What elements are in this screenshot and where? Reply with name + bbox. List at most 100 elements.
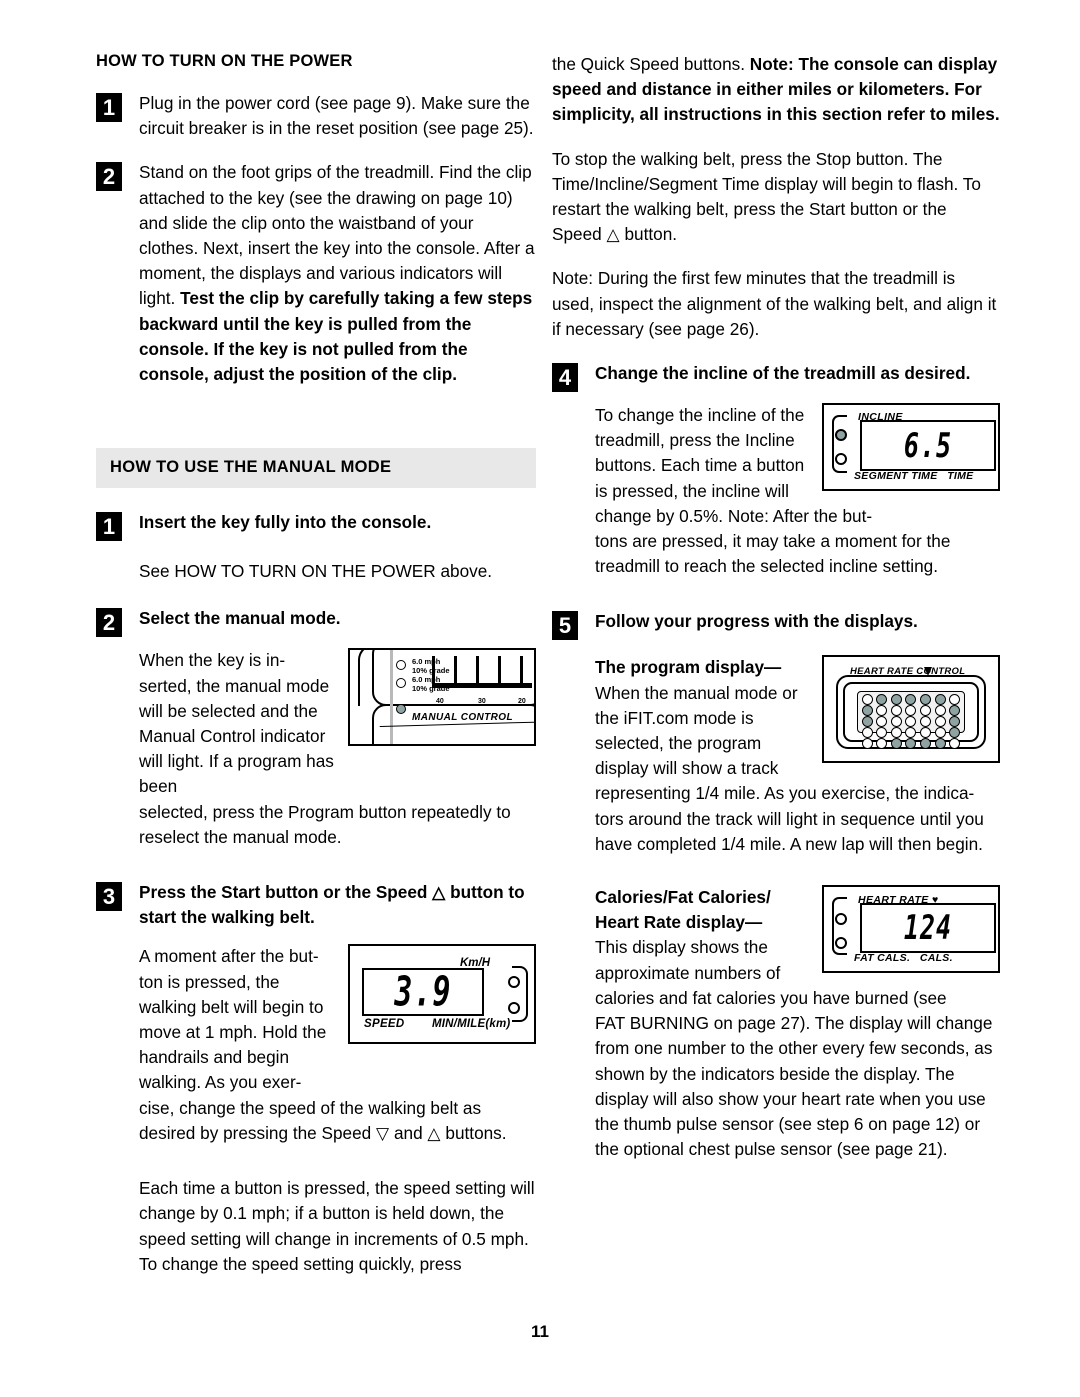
panel-bezel-outer [836, 675, 986, 750]
track-dot [876, 705, 888, 717]
panel-bezel-inner [843, 682, 979, 750]
manual-page: HOW TO TURN ON THE POWER 1 Plug in the p… [0, 0, 1080, 1397]
step-text-regular: Stand on the foot grips of the treadmill… [139, 162, 535, 309]
track-dot [876, 694, 888, 706]
profile-baseline [432, 683, 532, 689]
step-manual-3: 3 Press the Start button or the Speed △ … [96, 880, 536, 930]
track-dot [949, 694, 961, 706]
profile-tick [454, 656, 457, 685]
incline-display-panel: INCLINE 6.5 SEGMENT TIME TIME [822, 403, 1000, 492]
step-power-2: 2 Stand on the foot grips of the treadmi… [96, 160, 536, 387]
track-dot [920, 727, 932, 739]
track-dot [890, 694, 902, 706]
track-dot [949, 716, 961, 728]
time-label: TIME [947, 469, 974, 482]
calories-text-rest: FAT BURNING on page 27). The display wil… [595, 1013, 993, 1160]
incline-indicator-off [835, 453, 847, 466]
track-dot [861, 716, 873, 728]
step-manual-1-body: See HOW TO TURN ON THE POWER above. [139, 561, 493, 582]
track-dot [905, 705, 917, 717]
section-heading-power: HOW TO TURN ON THE POWER [96, 52, 353, 70]
track-dot [905, 716, 917, 728]
step-manual-1: 1 Insert the key fully into the console. [96, 510, 536, 542]
speed-label: SPEED [364, 1018, 405, 1031]
profile-tick [432, 656, 435, 685]
continuation-regular: the Quick Speed buttons. [552, 54, 750, 74]
track-dot [949, 727, 961, 739]
step-number-badge: 2 [96, 162, 122, 192]
left-column: HOW TO TURN ON THE POWER 1 Plug in the p… [96, 52, 536, 1296]
step-manual-3-text-rest: cise, change the speed of the walking be… [139, 1097, 507, 1143]
step-title: Select the manual mode. [139, 608, 341, 629]
step-4: 4 Change the incline of the treadmill as… [552, 361, 1000, 393]
track-dot [861, 705, 873, 717]
track-dot [949, 738, 961, 750]
speed-lcd-screen: 3.9 [362, 968, 484, 1017]
heart-rate-display-panel: HEART RATE ♥ 124 FAT CALS. CALS. [822, 885, 1000, 974]
track-dot [934, 727, 946, 739]
step-power-1: 1 Plug in the power cord (see page 9). M… [96, 91, 536, 141]
step-text: Plug in the power cord (see page 9). Mak… [139, 93, 534, 139]
track-dot-grid [857, 691, 965, 750]
speed-value: 3.9 [394, 968, 452, 1016]
profile-tick [476, 656, 479, 685]
step-title: Follow your progress with the displays. [595, 611, 918, 632]
step-number-badge: 5 [552, 611, 578, 641]
right-column: the Quick Speed buttons. Note: The conso… [552, 52, 1000, 1162]
track-dot [890, 716, 902, 728]
track-dot [920, 738, 932, 750]
profile-tick [520, 656, 523, 685]
speed-indicator-bracket [512, 966, 528, 1023]
step-manual-3-body-block: Km/H 3.9 SPEED MIN/MILE(km) A moment aft… [139, 944, 536, 1095]
cals-label: CALS. [919, 951, 953, 964]
track-dot [861, 727, 873, 739]
track-dot [890, 727, 902, 739]
heart-rate-display-block: HEART RATE ♥ 124 FAT CALS. CALS. Calorie… [595, 885, 1000, 1011]
track-dot [934, 716, 946, 728]
page-number: 11 [531, 1322, 549, 1341]
speed-display-panel: Km/H 3.9 SPEED MIN/MILE(km) [348, 944, 536, 1045]
figure-speed-display: Km/H 3.9 SPEED MIN/MILE(km) [348, 944, 536, 1045]
track-dot [934, 738, 946, 750]
step-title: Insert the key fully into the console. [139, 512, 432, 533]
step-title: Change the incline of the treadmill as d… [595, 363, 971, 384]
track-dot [905, 738, 917, 750]
incline-value: 6.5 [903, 425, 953, 465]
manual-control-panel: 6.0 mph 10% grade 6.0 mph 10% grade 40 3… [348, 648, 536, 747]
figure-incline-display: INCLINE 6.5 SEGMENT TIME TIME [822, 403, 1000, 492]
heart-rate-value: 124 [903, 908, 953, 948]
closing-paragraph: Each time a button is pressed, the speed… [139, 1178, 535, 1274]
step-4-body-block: INCLINE 6.5 SEGMENT TIME TIME To change … [595, 403, 1000, 529]
program-display-text-rest: tors around the track will light in sequ… [595, 808, 984, 854]
figure-manual-control: 6.0 mph 10% grade 6.0 mph 10% grade 40 3… [348, 648, 536, 747]
step-5: 5 Follow your progress with the displays… [552, 609, 1000, 641]
track-dot [876, 716, 888, 728]
panel-corner-curve [358, 650, 394, 707]
step-manual-2-body-block: 6.0 mph 10% grade 6.0 mph 10% grade 40 3… [139, 648, 536, 799]
step-manual-2: 2 Select the manual mode. [96, 606, 536, 638]
figure-program-display: HEART RATE CONTROL [822, 655, 1000, 764]
step-number-badge: 1 [96, 93, 122, 122]
incline-indicator-on [835, 429, 847, 442]
axis-tick-label: 20 [518, 698, 526, 706]
step-number-badge: 3 [96, 882, 122, 912]
cals-indicator [835, 937, 847, 950]
track-dot [890, 738, 902, 750]
figure-heart-rate-display: HEART RATE ♥ 124 FAT CALS. CALS. [822, 885, 1000, 974]
track-dot [876, 738, 888, 750]
step-manual-2-text-rest: selected, press the Program button repea… [139, 801, 511, 847]
track-dot [934, 705, 946, 717]
track-dot [920, 716, 932, 728]
profile-tick [498, 656, 501, 685]
track-dot [905, 727, 917, 739]
track-dot [876, 727, 888, 739]
continuation-paragraph: the Quick Speed buttons. Note: The conso… [552, 52, 1000, 128]
step-number-badge: 1 [96, 512, 122, 542]
fat-cals-indicator [835, 913, 847, 926]
section-band-manual-mode: HOW TO USE THE MANUAL MODE [96, 448, 536, 489]
pace-label: MIN/MILE(km) [432, 1018, 511, 1031]
step-number-badge: 4 [552, 363, 578, 393]
step-title: Press the Start button or the Speed △ bu… [139, 882, 525, 928]
track-dot [920, 694, 932, 706]
track-dot [949, 705, 961, 717]
